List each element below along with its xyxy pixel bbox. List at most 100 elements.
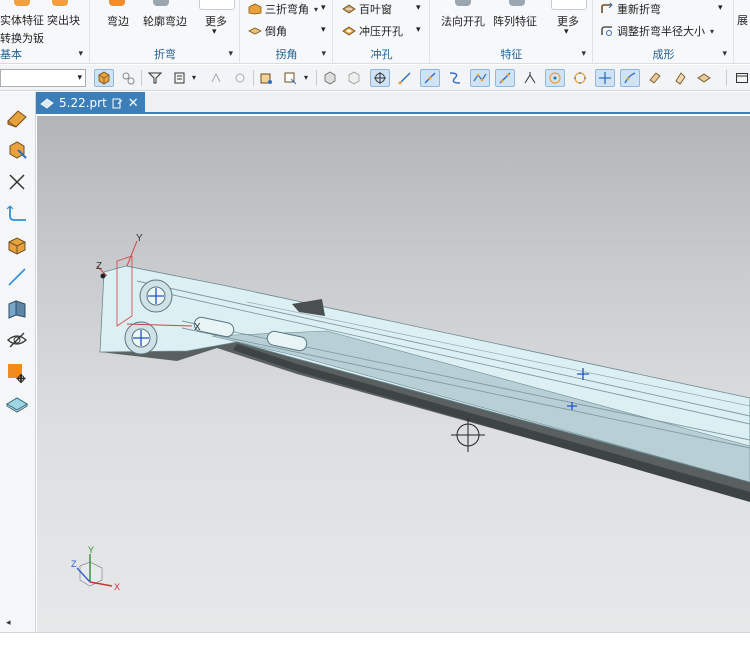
intersection-icon bbox=[499, 72, 511, 84]
svg-text:X: X bbox=[194, 322, 201, 333]
left-resource-toolbar: ◂ bbox=[0, 92, 36, 632]
snap-arc-center-button[interactable] bbox=[520, 69, 540, 87]
dimple-button[interactable]: 冲压开孔 bbox=[342, 23, 403, 39]
snap-bounded-grid-button[interactable] bbox=[670, 69, 690, 87]
close-x-button[interactable] bbox=[5, 170, 29, 194]
line-tool-button[interactable] bbox=[5, 265, 29, 289]
status-bar bbox=[0, 632, 750, 649]
bend-line-button[interactable] bbox=[5, 201, 29, 225]
snap-endpoint-button[interactable] bbox=[370, 69, 390, 87]
flat-pattern-button[interactable] bbox=[5, 392, 29, 416]
view-front-button[interactable] bbox=[320, 69, 340, 87]
contour-flange-button[interactable]: 轮廓弯边 bbox=[143, 13, 187, 29]
chevron-down-icon[interactable]: ▾ bbox=[321, 49, 326, 59]
ribbon-group-bend: 弯边 轮廓弯边 更多 ▾ 折弯 ▾ bbox=[91, 0, 240, 64]
graphics-viewport[interactable]: Y Z X X Y Z bbox=[37, 116, 750, 632]
face-icon bbox=[260, 73, 272, 84]
chevron-down-icon[interactable]: ▾ bbox=[212, 27, 217, 37]
add-component-button[interactable] bbox=[5, 361, 29, 385]
view-triad-icon[interactable]: X Y Z bbox=[71, 545, 120, 592]
convert-to-sheet-button[interactable]: 转换为钣 bbox=[0, 30, 44, 46]
chevron-down-icon[interactable]: ▾ bbox=[564, 27, 569, 37]
svg-text:Y: Y bbox=[88, 545, 94, 555]
ribbon-group-label: 特征 bbox=[500, 48, 523, 61]
chevron-down-icon[interactable]: ▾ bbox=[304, 73, 308, 82]
close-tab-button[interactable]: ✕ bbox=[128, 96, 139, 111]
sheet-metal-icon-button[interactable] bbox=[5, 106, 29, 130]
select-edge-button[interactable] bbox=[280, 69, 300, 87]
flange-button[interactable]: 弯边 bbox=[107, 13, 129, 29]
snap-control-point-button[interactable] bbox=[470, 69, 490, 87]
document-tab-label: 5.22.prt bbox=[59, 96, 107, 110]
snap-point-on-face-button[interactable] bbox=[645, 69, 665, 87]
chevron-down-icon[interactable]: ▾ bbox=[321, 25, 326, 35]
normal-cutout-button[interactable]: 法向开孔 bbox=[441, 13, 485, 29]
select-options-icon bbox=[174, 72, 185, 84]
hide-show-button[interactable] bbox=[5, 328, 29, 352]
three-bend-corner-icon bbox=[248, 3, 262, 15]
ribbon-group-punch: 百叶窗 冲压开孔 ▾ ▾ 冲孔 bbox=[334, 0, 430, 64]
chevron-down-icon[interactable]: ▾ bbox=[192, 73, 196, 82]
snap-quadrant-button[interactable] bbox=[570, 69, 590, 87]
ribbon: 实体特征 突出块 转换为钣 基本 ▾ 弯边 轮廓弯边 更多 ▾ 折弯 ▾ 三折弯… bbox=[0, 0, 750, 64]
solid-feature-button[interactable]: 实体特征 bbox=[0, 12, 44, 28]
cube-icon bbox=[324, 71, 336, 85]
chevron-down-icon[interactable]: ▾ bbox=[718, 3, 723, 13]
snap-curve-button[interactable] bbox=[445, 69, 465, 87]
resize-bend-radius-button[interactable]: 调整折弯半径大小 ▾ bbox=[600, 23, 714, 39]
normal-cutout-icon bbox=[455, 0, 471, 6]
select-options-button[interactable] bbox=[170, 69, 190, 87]
plane-icon bbox=[697, 73, 711, 83]
pattern-feature-button[interactable]: 阵列特征 bbox=[493, 13, 537, 29]
chevron-down-icon[interactable]: ▾ bbox=[722, 49, 727, 59]
chamfer-button[interactable]: 倒角 bbox=[248, 23, 287, 39]
chevron-down-icon[interactable]: ▾ bbox=[228, 49, 233, 59]
select-body-icon bbox=[98, 71, 110, 85]
tab-button[interactable]: 突出块 bbox=[47, 12, 80, 28]
wireframe-cube-icon bbox=[348, 71, 360, 85]
chevron-down-icon[interactable]: ▾ bbox=[78, 49, 83, 59]
feature-tool-icon bbox=[9, 141, 27, 159]
unbend-button-partial[interactable]: 展 bbox=[737, 12, 748, 28]
chevron-down-icon: ▾ bbox=[77, 73, 82, 83]
orange-square-plus-icon bbox=[8, 364, 26, 383]
louver-button[interactable]: 百叶窗 bbox=[342, 1, 392, 17]
chevron-down-icon[interactable]: ▾ bbox=[581, 49, 586, 59]
rebend-button[interactable]: 重新折弯 bbox=[600, 1, 661, 17]
snap-midpoint-button[interactable] bbox=[420, 69, 440, 87]
svg-text:X: X bbox=[114, 582, 120, 592]
chevron-down-icon[interactable]: ▾ bbox=[321, 3, 326, 13]
three-bend-corner-button[interactable]: 三折弯角 ▾ bbox=[248, 1, 318, 17]
feature-tool-button[interactable] bbox=[5, 137, 29, 161]
ribbon-group-label: 拐角 bbox=[275, 48, 298, 61]
select-assembly-button[interactable] bbox=[118, 69, 138, 87]
sheet-metal-icon bbox=[7, 110, 27, 128]
solid-block-button[interactable] bbox=[5, 233, 29, 257]
sheet-panel-button[interactable] bbox=[5, 297, 29, 321]
modified-doc-icon bbox=[112, 98, 123, 108]
quadrant-icon bbox=[574, 72, 586, 84]
document-tab[interactable]: 5.22.prt ✕ bbox=[36, 92, 145, 114]
flange-icon bbox=[109, 0, 125, 6]
snap-existing-point-button[interactable] bbox=[595, 69, 615, 87]
type-filter-dropdown[interactable]: ▾ bbox=[0, 69, 86, 87]
crosshair-icon bbox=[374, 72, 386, 84]
snap-line-button[interactable] bbox=[395, 69, 415, 87]
chevron-left-icon[interactable]: ◂ bbox=[6, 618, 11, 628]
snap-plane-button[interactable] bbox=[694, 69, 714, 87]
chevron-down-icon[interactable]: ▾ bbox=[416, 3, 421, 13]
sheet-metal-model: Y Z X X Y Z bbox=[71, 233, 750, 592]
filter-button[interactable] bbox=[145, 69, 165, 87]
chevron-down-icon[interactable]: ▾ bbox=[416, 25, 421, 35]
view-window-button[interactable] bbox=[732, 69, 750, 87]
point-on-face-icon bbox=[649, 72, 661, 84]
select-face-button[interactable] bbox=[256, 69, 276, 87]
view-wireframe-button[interactable] bbox=[344, 69, 364, 87]
select-features-button[interactable] bbox=[94, 69, 114, 87]
midpoint-icon bbox=[424, 72, 436, 84]
snap-point-on-curve-button[interactable] bbox=[620, 69, 640, 87]
snap-intersection-button[interactable] bbox=[495, 69, 515, 87]
snap-center-button[interactable] bbox=[545, 69, 565, 87]
snap-disabled-button[interactable] bbox=[206, 69, 226, 87]
body-snap-button[interactable] bbox=[230, 69, 250, 87]
